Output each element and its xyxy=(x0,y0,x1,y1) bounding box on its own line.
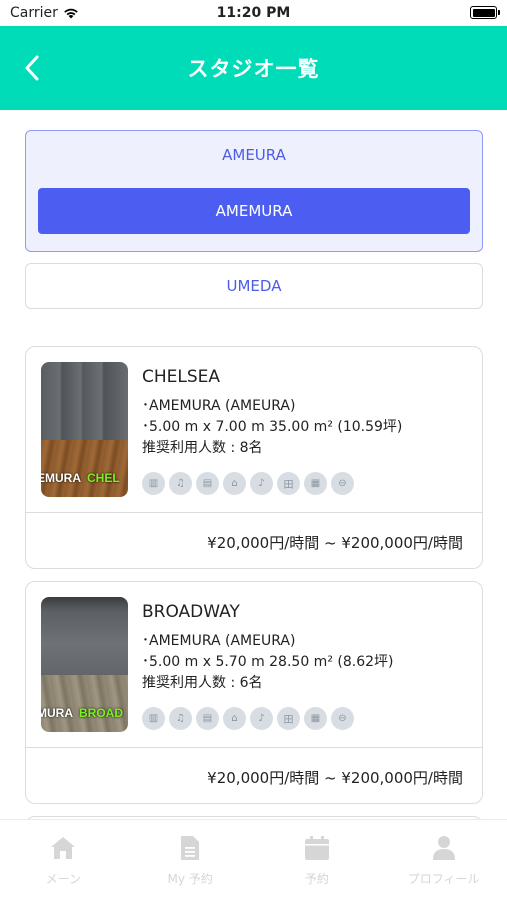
status-bar: Carrier 11:20 PM xyxy=(0,0,507,26)
locker-icon: ▤ xyxy=(196,472,219,495)
user-icon xyxy=(430,834,458,862)
speaker-icon: ♫ xyxy=(169,472,192,495)
parking-icon: ▦ xyxy=(304,707,327,730)
tab-bar: メーン My 予約 予約 プロフィール xyxy=(0,819,507,900)
table-icon: 田 xyxy=(277,472,300,495)
tab-profile-label: プロフィール xyxy=(407,872,480,886)
home-icon xyxy=(49,834,77,862)
calendar-icon xyxy=(303,834,331,862)
studio-size: ･5.00 m x 5.70 m 28.50 m² (8.62坪) xyxy=(142,654,394,670)
speaker-icon: ♫ xyxy=(169,707,192,730)
studio-size: ･5.00 m x 7.00 m 35.00 m² (10.59坪) xyxy=(142,419,403,435)
parking-icon: ▦ xyxy=(304,472,327,495)
studio-price: ¥20,000円/時間 ~ ¥200,000円/時間 xyxy=(207,769,463,787)
studio-name: CHELSEA xyxy=(142,367,221,387)
amenity-row: ▥ ♫ ▤ ⌂ ♪ 田 ▦ ⊖ xyxy=(142,707,354,730)
studio-location: ･AMEMURA (AMEURA) xyxy=(142,633,296,649)
header-bar: スタジオ一覧 xyxy=(0,26,507,110)
wifi-icon: ⌂ xyxy=(223,707,246,730)
table-icon: 田 xyxy=(277,707,300,730)
card-divider xyxy=(26,747,482,748)
area-umeda-button[interactable]: UMEDA xyxy=(25,263,483,309)
other-icon: ⊖ xyxy=(331,707,354,730)
audio-icon: ♪ xyxy=(250,707,273,730)
tab-reserve-label: 予約 xyxy=(304,872,329,886)
area-group-button[interactable]: AMEURA xyxy=(26,146,482,164)
photo-label-studio: BROAD xyxy=(79,706,123,720)
status-time: 11:20 PM xyxy=(216,5,291,21)
wifi-icon: ⌂ xyxy=(223,472,246,495)
studio-capacity: 推奨利用人数 : 8名 xyxy=(142,440,263,456)
mirror-icon: ▥ xyxy=(142,472,165,495)
studio-price: ¥20,000円/時間 ~ ¥200,000円/時間 xyxy=(207,534,463,552)
page-title: スタジオ一覧 xyxy=(187,57,320,81)
photo-label-area: MURA xyxy=(41,706,73,720)
amenity-row: ▥ ♫ ▤ ⌂ ♪ 田 ▦ ⊖ xyxy=(142,472,354,495)
locker-icon: ▤ xyxy=(196,707,219,730)
studio-location: ･AMEMURA (AMEURA) xyxy=(142,398,296,414)
other-icon: ⊖ xyxy=(331,472,354,495)
tab-home[interactable]: メーン xyxy=(0,820,127,900)
area-group-ameura: AMEURA AMEMURA xyxy=(25,130,483,252)
sub-area-amemura-button[interactable]: AMEMURA xyxy=(38,188,470,234)
tab-my-reservations-label: My 予約 xyxy=(167,872,213,886)
studio-card[interactable]: EMURA CHEL CHELSEA ･AMEMURA (AMEURA) ･5.0… xyxy=(25,346,483,569)
photo-label-area: EMURA xyxy=(41,471,81,485)
studio-name: BROADWAY xyxy=(142,602,240,622)
audio-icon: ♪ xyxy=(250,472,273,495)
card-divider xyxy=(26,512,482,513)
studio-photo: EMURA CHEL xyxy=(41,362,128,497)
battery-icon xyxy=(470,6,500,19)
tab-my-reservations[interactable]: My 予約 xyxy=(127,820,254,900)
mirror-icon: ▥ xyxy=(142,707,165,730)
document-icon xyxy=(176,834,204,862)
studio-card[interactable]: MURA BROAD BROADWAY ･AMEMURA (AMEURA) ･5.… xyxy=(25,581,483,804)
tab-profile[interactable]: プロフィール xyxy=(380,820,507,900)
tab-home-label: メーン xyxy=(45,872,82,886)
photo-label-studio: CHEL xyxy=(87,471,120,485)
studio-photo: MURA BROAD xyxy=(41,597,128,732)
studio-capacity: 推奨利用人数 : 6名 xyxy=(142,675,263,691)
tab-reserve[interactable]: 予約 xyxy=(254,820,381,900)
